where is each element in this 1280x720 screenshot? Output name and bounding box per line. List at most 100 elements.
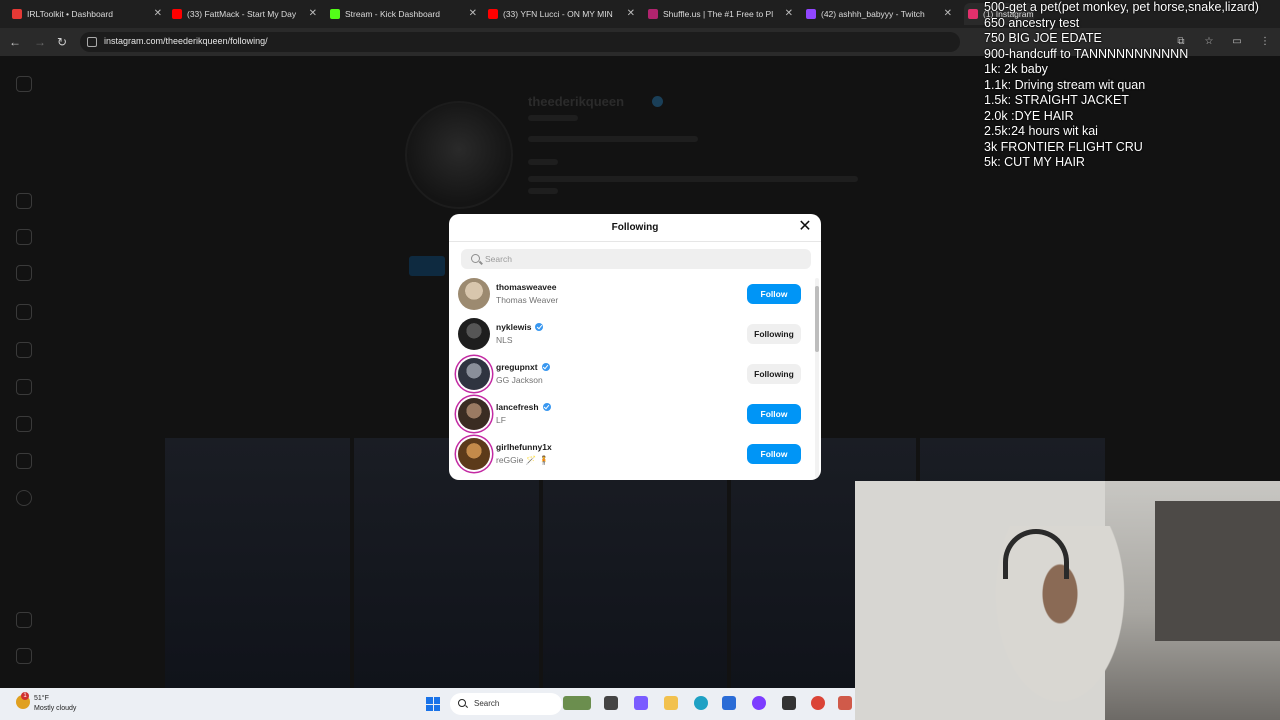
tab-close-icon[interactable]: ✕ [469,8,477,19]
avatar[interactable] [458,398,490,430]
profile-bio [528,176,858,182]
avatar[interactable] [458,278,490,310]
start-icon[interactable] [426,697,440,711]
tab-shuffle[interactable]: Shuffle.us | The #1 Free to Play ✕ [648,3,793,25]
search-icon [458,699,466,707]
task-view-icon[interactable] [604,696,618,710]
profile-stats [528,136,698,142]
following-search-input[interactable] [485,252,785,266]
profile-username: theederikqueen [528,94,625,109]
following-list: thomasweavee Thomas Weaver Follow nyklew… [449,274,815,480]
chrome-icon[interactable] [811,696,825,710]
username[interactable]: girlhefunny1x [496,442,552,452]
tab-irltoolkit[interactable]: IRLToolkit • Dashboard ✕ [12,3,162,25]
more-menu-icon [16,612,32,628]
explore-icon [16,342,32,358]
avatar[interactable] [458,318,490,350]
address-bar[interactable]: instagram.com/theederikqueen/following/ [80,32,960,52]
username[interactable]: gregupnxt [496,362,550,372]
dashboard-icon [16,453,32,469]
screen: IRLToolkit • Dashboard ✕ (33) FattMack -… [0,0,1280,720]
close-icon[interactable]: ✕ [797,219,813,235]
tab-fattmack[interactable]: (33) FattMack - Start My Day [O ✕ [172,3,317,25]
back-arrow-icon[interactable]: ← [7,34,23,50]
avatar[interactable] [458,438,490,470]
profile-line [528,159,558,165]
reels-icon [16,229,32,245]
messenger-icon[interactable] [752,696,766,710]
tab-close-icon[interactable]: ✕ [944,8,952,19]
instagram-logo-icon [16,76,32,92]
weather-badge: 1 [21,692,29,700]
tab-kick[interactable]: Stream - Kick Dashboard ✕ [330,3,477,25]
likes-icon [16,379,32,395]
tab-label: (33) YFN Lucci - ON MY MIND [503,9,613,19]
app-icon[interactable] [782,696,796,710]
following-button[interactable]: Following [747,324,801,344]
post-thumbnail [165,438,350,688]
modal-header: Following ✕ [449,214,821,242]
taskbar-search-label: Search [474,699,500,708]
file-explorer-icon[interactable] [664,696,678,710]
username[interactable]: thomasweavee [496,282,556,292]
profile-nav-icon [16,490,32,506]
tab-yfn-lucci[interactable]: (33) YFN Lucci - ON MY MIND ✕ [488,3,635,25]
goal-line: 1.1k: Driving stream wit quan [984,78,1146,92]
avatar[interactable] [458,358,490,390]
create-icon [16,416,32,432]
tab-label: (42) ashhh_babyyy - Twitch [821,9,925,19]
forward-arrow-icon[interactable]: → [32,34,48,50]
follow-button[interactable]: Follow [747,284,801,304]
weather-temp: 51°F [34,695,49,702]
goal-line: 3k FRONTIER FLIGHT CRU [984,140,1143,154]
tab-close-icon[interactable]: ✕ [309,8,317,19]
tab-label: Shuffle.us | The #1 Free to Play [663,9,773,19]
notifications-icon [16,265,32,281]
obs-icon[interactable] [838,696,852,710]
list-item[interactable]: lancefresh LF Follow [449,394,815,434]
scrollbar-thumb[interactable] [815,286,819,352]
copilot-icon[interactable] [634,696,648,710]
reload-icon[interactable]: ↻ [54,34,70,50]
following-search-box[interactable] [461,249,811,269]
list-item[interactable]: nyklewis NLS Following [449,314,815,354]
profile-line [528,115,578,121]
verified-badge-icon [541,363,550,371]
follow-button[interactable]: Follow [747,404,801,424]
widgets-icon[interactable] [563,696,591,710]
taskbar-search[interactable]: Search [450,693,562,715]
weather-description: Mostly cloudy [34,705,77,712]
list-item[interactable]: girlhefunny1x reGGie 🪄 🧍 Follow [449,434,815,474]
verified-badge-icon [542,403,551,411]
tab-label: (33) FattMack - Start My Day [O [187,9,297,19]
site-info-icon[interactable] [87,37,97,47]
profile-line [528,188,558,194]
goal-line: 750 BIG JOE EDATE [984,31,1102,45]
list-scrollbar[interactable] [815,278,819,478]
stream-goals-overlay: 500-get a pet(pet monkey, pet horse,snak… [984,0,1280,172]
follow-button[interactable]: Follow [747,444,801,464]
goal-line: 5k: CUT MY HAIR [984,155,1085,169]
tab-close-icon[interactable]: ✕ [627,8,635,19]
username[interactable]: lancefresh [496,402,551,412]
goal-line: 1.5k: STRAIGHT JACKET [984,93,1129,107]
webcam-feed [855,481,1280,720]
goal-line: 1k: 2k baby [984,62,1048,76]
also-from-meta-icon [16,648,32,664]
list-item[interactable]: thomasweavee Thomas Weaver Follow [449,274,815,314]
edge-icon[interactable] [694,696,708,710]
store-icon[interactable] [722,696,736,710]
username[interactable]: nyklewis [496,322,544,332]
following-button[interactable]: Following [747,364,801,384]
home-icon [16,193,32,209]
profile-avatar [405,101,513,209]
tab-twitch[interactable]: (42) ashhh_babyyy - Twitch ✕ [806,3,952,25]
tab-close-icon[interactable]: ✕ [785,8,793,19]
list-item[interactable]: gregupnxt GG Jackson Following [449,354,815,394]
tab-close-icon[interactable]: ✕ [154,8,162,19]
verified-badge-icon [535,323,544,331]
instagram-favicon-icon [968,9,978,19]
twitch-favicon-icon [806,9,816,19]
goal-line: 900-handcuff to TANNNNNNNNNNN [984,47,1189,61]
modal-title: Following [611,222,659,233]
